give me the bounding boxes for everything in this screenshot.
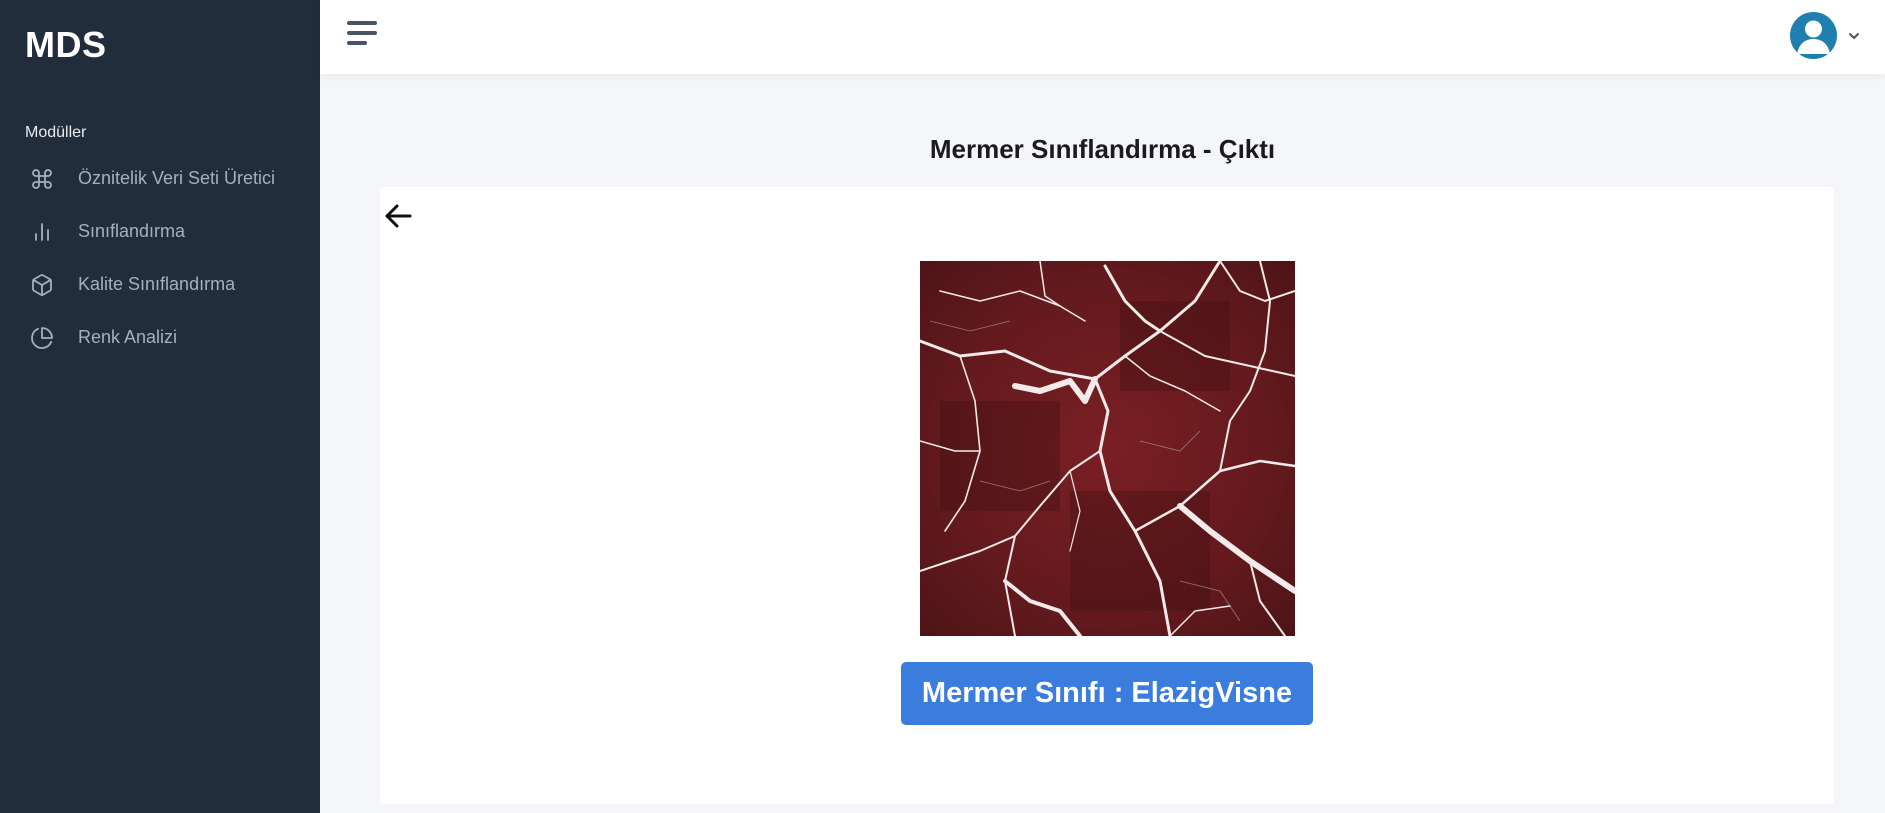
marble-image (920, 261, 1295, 636)
sidebar-item-quality-classification[interactable]: Kalite Sınıflandırma (0, 258, 320, 311)
sidebar-section-label: Modüller (25, 124, 87, 141)
brand-logo[interactable]: MDS (25, 24, 107, 66)
classification-result-badge: Mermer Sınıfı : ElazigVisne (901, 662, 1313, 725)
sidebar-item-feature-dataset[interactable]: Öznitelik Veri Seti Üretici (0, 152, 320, 205)
result-card: Mermer Sınıfı : ElazigVisne (380, 187, 1834, 804)
box-icon (30, 273, 54, 297)
sidebar-item-color-analysis[interactable]: Renk Analizi (0, 311, 320, 364)
sidebar-item-label: Öznitelik Veri Seti Üretici (78, 168, 276, 188)
sidebar-nav: Öznitelik Veri Seti Üretici Sınıflandırm… (0, 152, 320, 364)
sidebar-item-label: Kalite Sınıflandırma (78, 274, 236, 294)
sidebar: MDS Modüller Öznitelik Veri Seti Üretici… (0, 0, 320, 813)
sidebar-item-label: Renk Analizi (78, 327, 178, 347)
user-menu[interactable] (1790, 12, 1861, 59)
bar-chart-icon (30, 220, 54, 244)
pie-chart-icon (30, 326, 54, 350)
chevron-down-icon[interactable] (1847, 29, 1861, 43)
user-avatar-icon[interactable] (1790, 12, 1837, 59)
hamburger-icon[interactable] (347, 21, 379, 47)
top-navbar (320, 0, 1885, 74)
sidebar-item-classification[interactable]: Sınıflandırma (0, 205, 320, 258)
arrow-left-icon[interactable] (383, 201, 413, 231)
command-icon (30, 167, 54, 191)
sidebar-item-label: Sınıflandırma (78, 221, 186, 241)
page-title: Mermer Sınıflandırma - Çıktı (929, 134, 1276, 164)
